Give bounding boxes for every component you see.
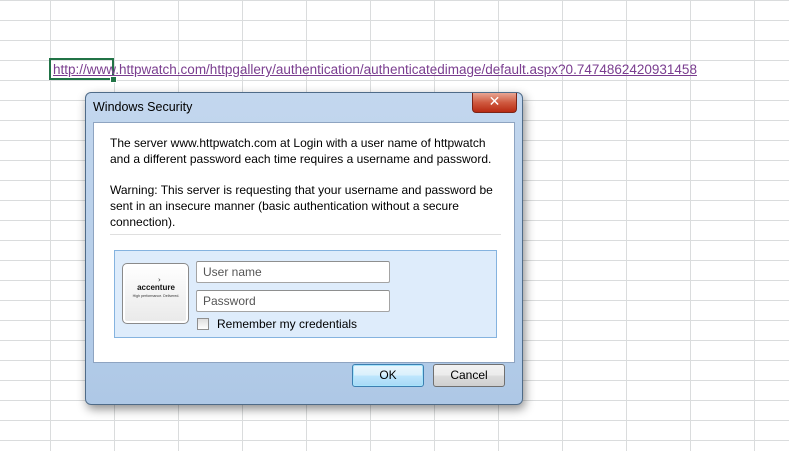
password-input[interactable] [196, 290, 390, 312]
divider [110, 234, 501, 235]
close-button[interactable]: ✕ [472, 93, 517, 113]
dialog-title: Windows Security [93, 100, 193, 114]
dialog-titlebar[interactable]: Windows Security ✕ [86, 93, 522, 121]
accenture-logo-icon: › accenture High performance. Delivered. [122, 263, 189, 324]
server-message: The server www.httpwatch.com at Login wi… [110, 136, 492, 166]
logo-tagline: High performance. Delivered. [132, 294, 180, 298]
cancel-button[interactable]: Cancel [433, 364, 505, 387]
windows-security-dialog: Windows Security ✕ The server www.httpwa… [85, 92, 523, 405]
remember-checkbox[interactable] [197, 318, 209, 330]
cell-hyperlink[interactable]: http://www.httpwatch.com/httpgallery/aut… [53, 62, 697, 77]
fill-handle[interactable] [110, 76, 117, 83]
remember-label[interactable]: Remember my credentials [217, 317, 357, 331]
close-icon: ✕ [488, 94, 501, 110]
dialog-body: The server www.httpwatch.com at Login wi… [93, 122, 515, 363]
warning-message: Warning: This server is requesting that … [110, 183, 493, 229]
logo-text: accenture [137, 283, 175, 292]
dialog-message: The server www.httpwatch.com at Login wi… [110, 135, 505, 245]
username-input[interactable] [196, 261, 390, 283]
credential-tile: › accenture High performance. Delivered.… [114, 250, 497, 338]
ok-button[interactable]: OK [352, 364, 424, 387]
